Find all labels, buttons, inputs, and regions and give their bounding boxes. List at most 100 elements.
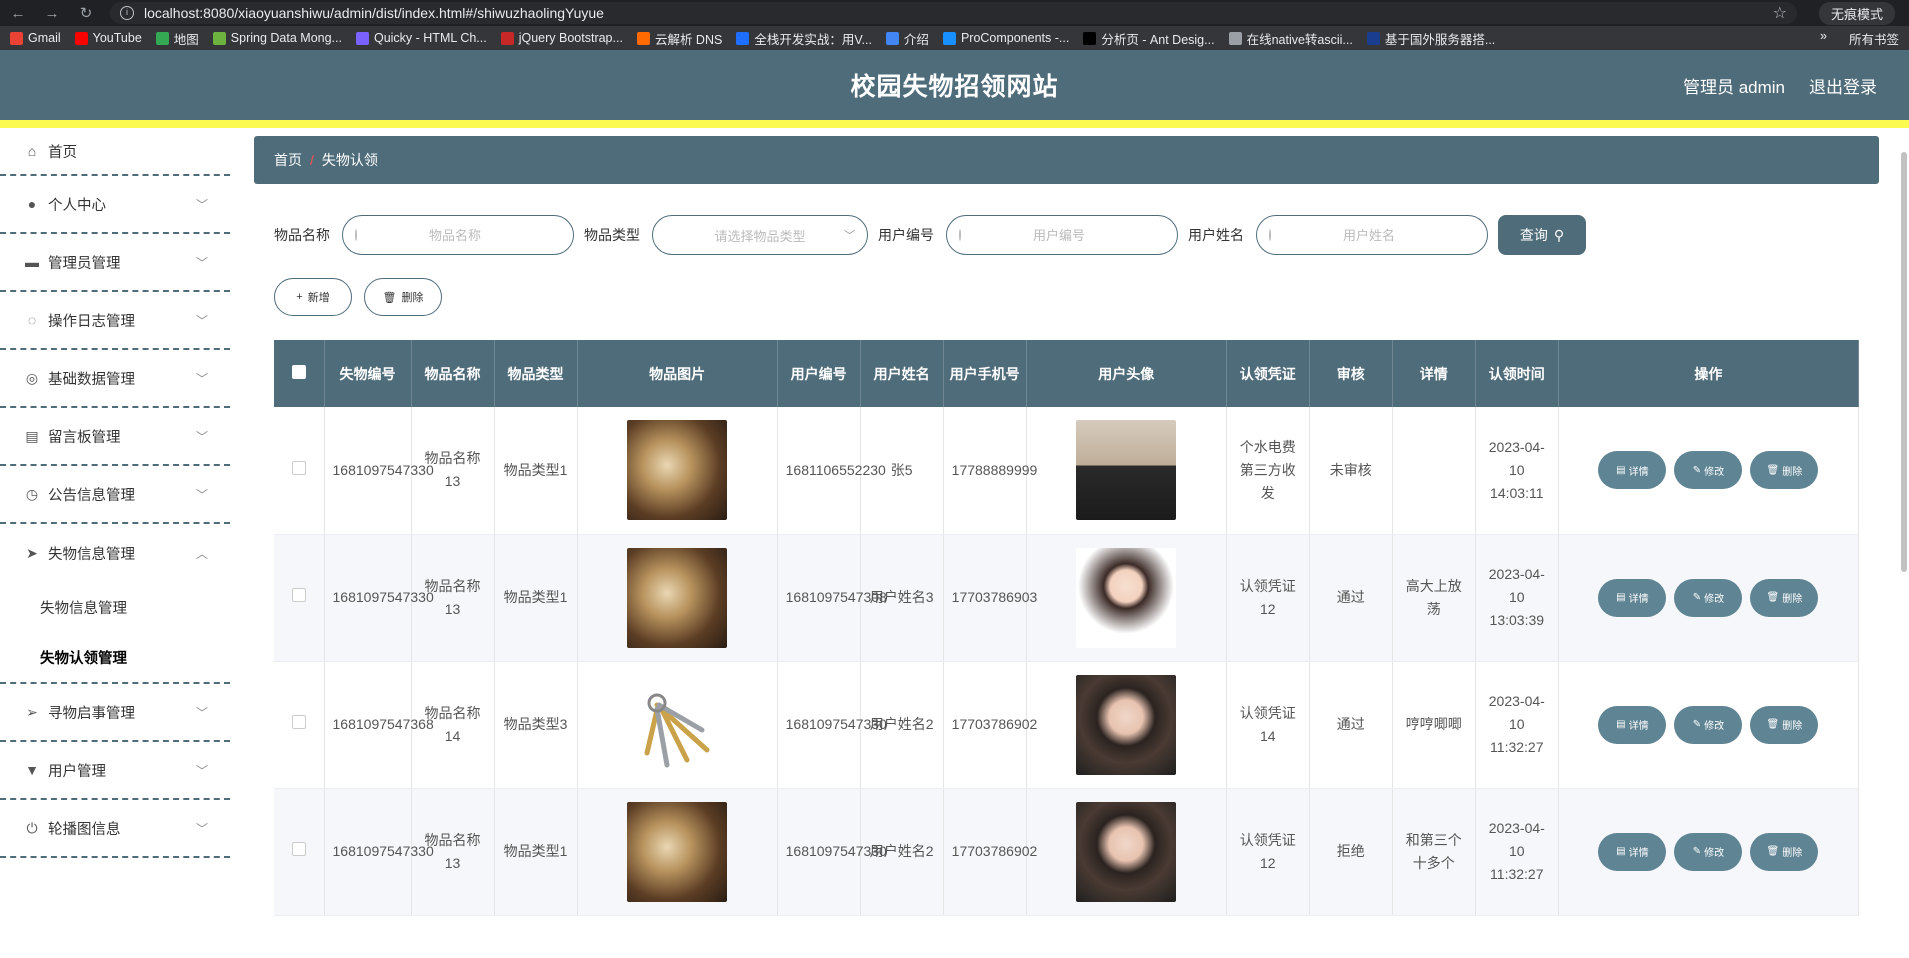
clipboard-icon: ▤ bbox=[25, 427, 39, 444]
edit-row-button[interactable]: ✎ 修改 bbox=[1674, 705, 1743, 744]
edit-row-button[interactable]: ✎ 修改 bbox=[1674, 451, 1743, 490]
avatar[interactable] bbox=[1076, 547, 1177, 648]
detail-row-button[interactable]: ▤ 详情 bbox=[1598, 832, 1667, 871]
row-checkbox[interactable] bbox=[291, 588, 306, 602]
incognito-badge[interactable]: 无痕模式 bbox=[1818, 1, 1895, 25]
bookmark-label: 地图 bbox=[173, 32, 199, 47]
bookmark-item[interactable]: 全栈开发实战：用V... bbox=[736, 29, 872, 48]
bookmarks-more-icon[interactable]: » bbox=[1820, 29, 1827, 48]
avatar[interactable] bbox=[1076, 420, 1177, 521]
sidebar-item-bell-off[interactable]: ◌ 操作日志管理 ﹀ bbox=[0, 292, 230, 350]
row-operations-cell: ▤ 详情 ✎ 修改 🗑 删除 bbox=[1558, 788, 1860, 916]
bookmark-item[interactable]: 分析页 - Ant Desig... bbox=[1083, 29, 1215, 48]
pencil-icon: ✎ bbox=[1692, 846, 1702, 857]
row-checkbox[interactable] bbox=[291, 460, 306, 475]
bookmark-label: Gmail bbox=[28, 31, 61, 45]
column-header: 用户头像 bbox=[1026, 340, 1227, 407]
sidebar-item-admin[interactable]: ▬ 管理员管理 ﹀ bbox=[0, 234, 230, 292]
sidebar-item-data[interactable]: ◎ 基础数据管理 ﹀ bbox=[0, 350, 230, 408]
sidebar-item-send-outline[interactable]: ➢ 寻物启事管理 ﹀ bbox=[0, 684, 230, 742]
item-name-input-wrap[interactable] bbox=[342, 215, 574, 255]
delete-button-label: 删除 bbox=[1782, 466, 1803, 478]
item-name-input[interactable] bbox=[367, 227, 573, 243]
user-name-label: 用户姓名 bbox=[1188, 227, 1244, 243]
sidebar-item-tag[interactable]: ▼ 用户管理 ﹀ bbox=[0, 742, 230, 800]
bookmark-item[interactable]: 云解析 DNS bbox=[636, 29, 722, 48]
sidebar-item-power[interactable]: ⏻ 轮播图信息 ﹀ bbox=[0, 800, 230, 858]
row-checkbox[interactable] bbox=[291, 842, 306, 856]
reload-icon[interactable]: ↻ bbox=[76, 4, 96, 22]
item-image[interactable] bbox=[627, 801, 728, 902]
cell-phone: 17703786903 bbox=[943, 534, 1037, 662]
add-button-label: 新增 bbox=[307, 292, 330, 304]
bookmark-item[interactable]: 地图 bbox=[155, 29, 199, 48]
sidebar-item-clock[interactable]: ◷ 公告信息管理 ﹀ bbox=[0, 466, 230, 524]
sidebar-item-user[interactable]: ● 个人中心 ﹀ bbox=[0, 176, 230, 234]
search-button[interactable]: 查询 ⚲ bbox=[1498, 215, 1586, 255]
search-icon bbox=[355, 229, 357, 241]
bookmark-item[interactable]: YouTube bbox=[74, 31, 142, 45]
url-text[interactable]: localhost:8080/xiaoyuanshiwu/admin/dist/… bbox=[144, 5, 604, 21]
item-image[interactable] bbox=[627, 674, 728, 775]
bookmark-item[interactable]: jQuery Bootstrap... bbox=[500, 31, 623, 45]
bookmark-item[interactable]: Gmail bbox=[10, 31, 61, 45]
logout-link[interactable]: 退出登录 bbox=[1809, 73, 1877, 98]
bookmark-favicon-icon bbox=[212, 31, 226, 45]
user-avatar-cell bbox=[1026, 788, 1227, 916]
avatar[interactable] bbox=[1076, 674, 1177, 775]
user-id-input[interactable] bbox=[971, 227, 1177, 243]
item-image[interactable] bbox=[627, 420, 728, 521]
bookmark-item[interactable]: Spring Data Mong... bbox=[212, 31, 342, 45]
home-icon: ⌂ bbox=[27, 143, 37, 159]
bookmark-item[interactable]: 介绍 bbox=[885, 29, 929, 48]
site-info-icon[interactable]: i bbox=[120, 6, 134, 20]
cell-status: 通过 bbox=[1309, 534, 1393, 662]
bookmark-star-icon[interactable]: ☆ bbox=[1773, 3, 1787, 23]
forward-icon[interactable]: → bbox=[42, 5, 62, 22]
delete-row-button[interactable]: 🗑 删除 bbox=[1750, 451, 1819, 490]
row-checkbox[interactable] bbox=[291, 715, 306, 729]
edit-row-button[interactable]: ✎ 修改 bbox=[1674, 578, 1743, 617]
bookmark-label: 基于国外服务器搭... bbox=[1384, 32, 1496, 47]
breadcrumb-home[interactable]: 首页 bbox=[274, 150, 302, 170]
submenu-lost-item-info[interactable]: 失物信息管理 bbox=[0, 582, 230, 632]
avatar[interactable] bbox=[1076, 801, 1177, 902]
row-select-cell bbox=[274, 534, 325, 662]
bookmark-item[interactable]: 在线native转ascii... bbox=[1228, 29, 1353, 48]
sidebar-item-home[interactable]: ⌂ 首页 bbox=[0, 128, 230, 176]
add-button[interactable]: + 新增 bbox=[274, 278, 352, 316]
table-row: 1681097547368 物品名称14 物品类型3 1681097547330 用户姓… bbox=[274, 661, 1860, 789]
column-header: 物品类型 bbox=[494, 340, 578, 407]
bookmark-item[interactable]: ProComponents -... bbox=[942, 31, 1069, 45]
address-bar[interactable]: i localhost:8080/xiaoyuanshiwu/admin/dis… bbox=[110, 2, 1797, 24]
user-id-input-wrap[interactable] bbox=[946, 215, 1178, 255]
delete-row-button[interactable]: 🗑 删除 bbox=[1750, 832, 1819, 871]
cell-status: 拒绝 bbox=[1309, 788, 1393, 916]
delete-row-button[interactable]: 🗑 删除 bbox=[1750, 705, 1819, 744]
delete-button-label: 删除 bbox=[401, 292, 424, 304]
cell-id: 1681097547330 bbox=[324, 534, 434, 662]
select-all-checkbox[interactable] bbox=[291, 364, 306, 379]
detail-row-button[interactable]: ▤ 详情 bbox=[1598, 578, 1667, 617]
bookmark-label: 介绍 bbox=[903, 32, 929, 47]
sidebar-item-label: 基础数据管理 bbox=[48, 371, 135, 388]
sidebar-item-send[interactable]: ➤ 失物信息管理 ︿ bbox=[0, 524, 230, 582]
bookmark-item[interactable]: Quicky - HTML Ch... bbox=[355, 31, 487, 45]
column-header: 审核 bbox=[1309, 340, 1393, 407]
bookmark-item[interactable]: 基于国外服务器搭... bbox=[1366, 29, 1496, 48]
item-type-select[interactable]: 请选择物品类型 ﹀ bbox=[652, 215, 868, 255]
user-name-input-wrap[interactable] bbox=[1256, 215, 1488, 255]
all-bookmarks-link[interactable]: 所有书签 bbox=[1849, 29, 1899, 48]
batch-delete-button[interactable]: 🗑 删除 bbox=[364, 278, 442, 316]
detail-row-button[interactable]: ▤ 详情 bbox=[1598, 705, 1667, 744]
edit-row-button[interactable]: ✎ 修改 bbox=[1674, 832, 1743, 871]
page-scrollbar[interactable] bbox=[1901, 152, 1907, 572]
delete-row-button[interactable]: 🗑 删除 bbox=[1750, 578, 1819, 617]
sidebar-item-clipboard[interactable]: ▤ 留言板管理 ﹀ bbox=[0, 408, 230, 466]
back-icon[interactable]: ← bbox=[8, 5, 28, 22]
detail-row-button[interactable]: ▤ 详情 bbox=[1598, 451, 1667, 490]
user-name-input[interactable] bbox=[1281, 227, 1487, 243]
item-image[interactable] bbox=[627, 547, 728, 648]
chevron-down-icon: ﹀ bbox=[195, 371, 208, 386]
submenu-lost-item-claims[interactable]: 失物认领管理 bbox=[0, 632, 230, 682]
